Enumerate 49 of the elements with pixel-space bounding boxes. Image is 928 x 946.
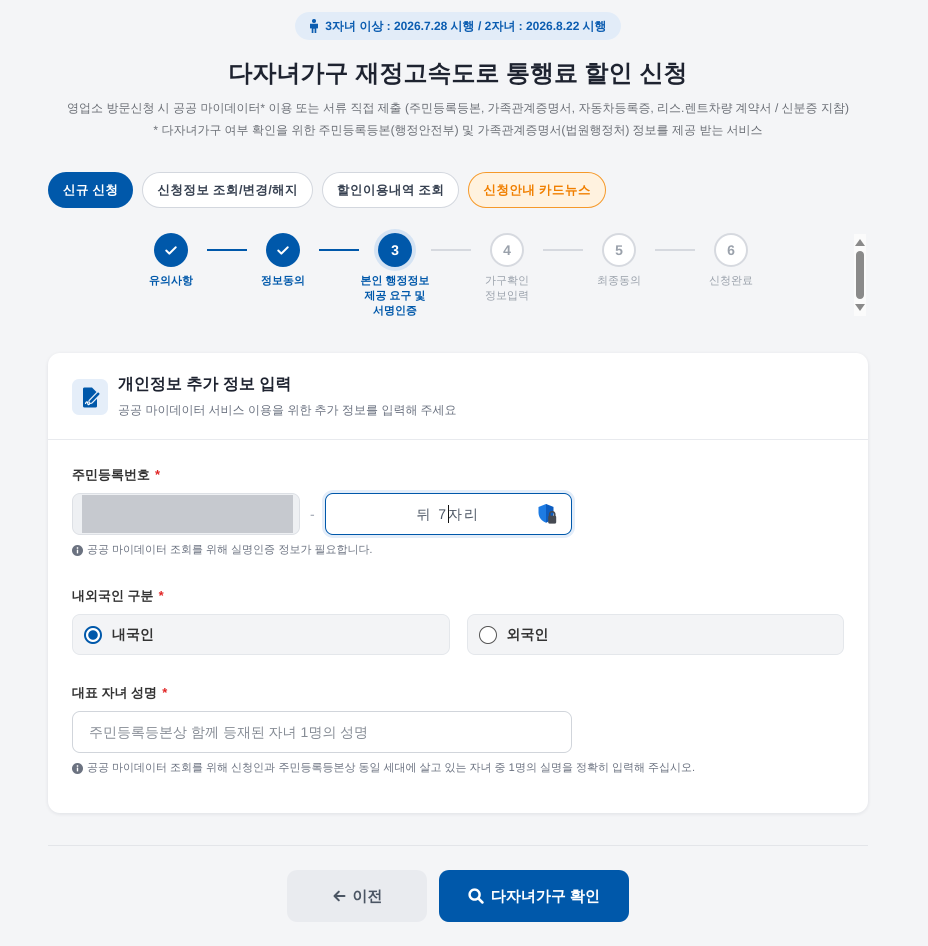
- step-connector: [207, 249, 247, 251]
- required-mark: *: [155, 466, 160, 484]
- card-subtitle: 공공 마이데이터 서비스 이용을 위한 추가 정보를 입력해 주세요: [118, 402, 457, 419]
- description-text: * 다자녀가구 여부 확인을 위한 주민등록등본(행정안전부) 및 가족관계증명서(법원행정처) 정보를 제공 받는 서비스: [153, 122, 763, 139]
- required-mark: *: [162, 684, 168, 702]
- info-icon: [72, 762, 83, 774]
- notice-text: 3자녀 이상 : 2026.7.28 시행 / 2자녀 : 2026.8.22 시행: [325, 18, 607, 34]
- scrollbar[interactable]: [854, 234, 866, 316]
- tab[interactable]: 신청정보 조회/변경/해지: [142, 172, 313, 208]
- document-pen-icon: [72, 378, 108, 414]
- up-arrow-icon: [855, 239, 865, 246]
- search-icon: [468, 888, 484, 904]
- radio-option[interactable]: 외국인: [466, 614, 844, 655]
- field-label: 대표 자녀 성명: [72, 684, 158, 702]
- field-label: 주민등록번호: [72, 466, 150, 484]
- card-title: 개인정보 추가 정보 입력: [118, 375, 292, 395]
- step-indicator: 5: [602, 233, 636, 267]
- step-indicator: 3: [378, 233, 412, 267]
- step-connector: [319, 249, 359, 251]
- step-label: 최종동의: [597, 274, 641, 289]
- radio-button[interactable]: [478, 626, 496, 644]
- check-icon: [277, 246, 289, 254]
- search-button[interactable]: 다자녀가구 확인: [439, 870, 629, 922]
- check-icon: [165, 246, 177, 254]
- back-button[interactable]: 이전: [287, 870, 427, 922]
- required-mark: *: [158, 587, 164, 605]
- hint-text: 공공 마이데이터 조회를 위해 실명인증 정보가 필요합니다.: [87, 543, 372, 558]
- down-arrow-icon: [855, 304, 865, 311]
- hint-text: 공공 마이데이터 조회를 위해 신청인과 주민등록등본상 동일 세대에 살고 있는 자녀 중 1명의 실명을 정확히 입력해 주십시오.: [87, 761, 696, 776]
- left-arrow-icon: [332, 889, 346, 903]
- step-indicator: 4: [490, 233, 524, 267]
- scrollbar-thumb[interactable]: [856, 251, 864, 299]
- separator-text: -: [310, 506, 315, 522]
- radio-option[interactable]: 내국인: [72, 614, 450, 655]
- description-text: 영업소 방문신청 시 공공 마이데이터* 이용 또는 서류 직접 제출 (주민등록등본, 가족관계증명서, 자동차등록증, 리스.렌트차량 계약서 / 신분증 지참): [66, 100, 849, 117]
- step-label: 신청완료: [709, 274, 753, 289]
- tab[interactable]: 신규 신청: [48, 172, 134, 208]
- radio-button[interactable]: [84, 626, 102, 644]
- step-label: 유의사항: [149, 274, 193, 289]
- person-icon: [309, 19, 320, 33]
- step-label: 정보동의: [261, 274, 305, 289]
- field-label: 내외국인 구분: [72, 587, 154, 605]
- step-indicator: 6: [714, 233, 748, 267]
- page-title: 다자녀가구 재정고속도로 통행료 할인 신청: [228, 59, 688, 89]
- info-icon: [72, 544, 83, 556]
- step-label: 가구확인 정보입력: [484, 274, 530, 304]
- step-label: 본인 행정정보 제공 요구 및 서명인증: [359, 274, 431, 319]
- shield-lock-icon: [536, 503, 559, 525]
- tab[interactable]: 할인이용내역 조회: [322, 172, 460, 208]
